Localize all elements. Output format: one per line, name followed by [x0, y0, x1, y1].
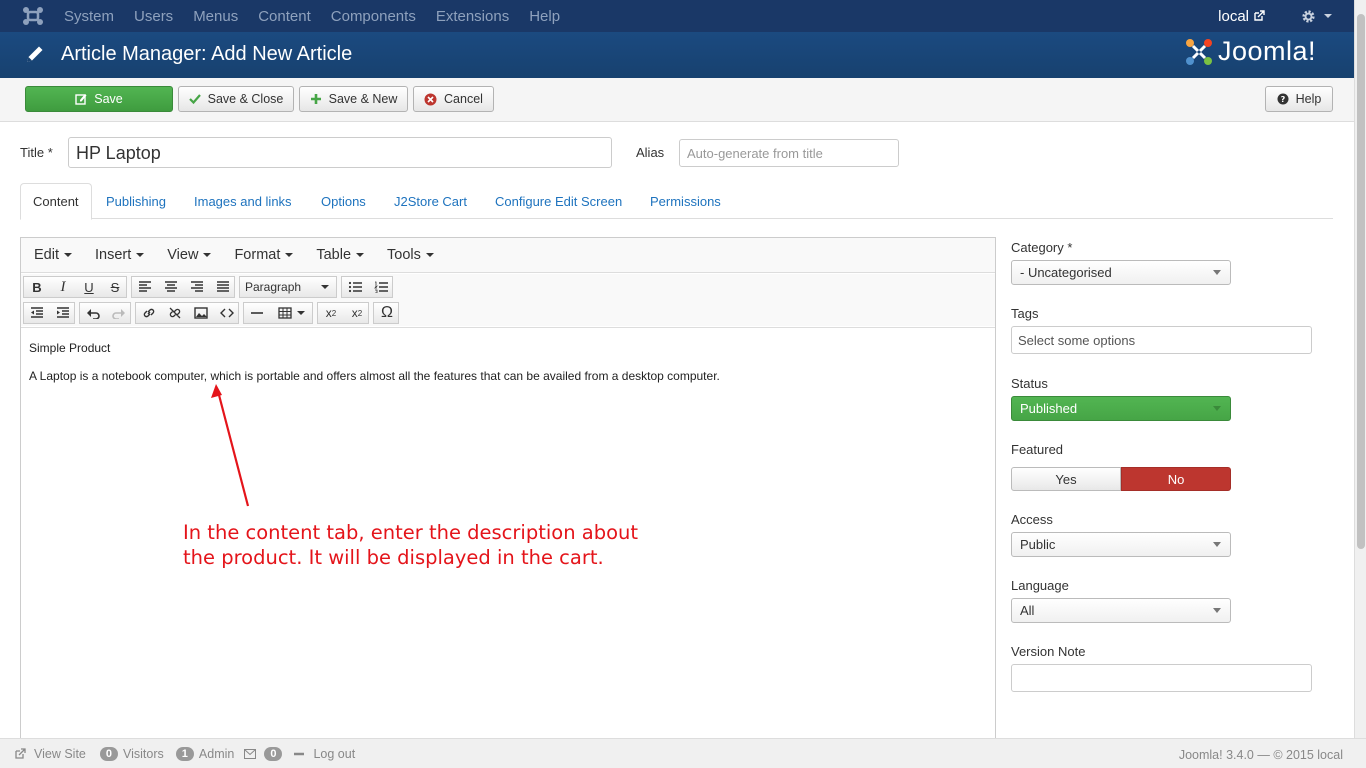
featured-yes-button[interactable]: Yes — [1011, 467, 1121, 491]
version-note-input[interactable] — [1011, 664, 1312, 692]
chevron-down-icon — [1213, 608, 1221, 613]
messages-count-badge: 0 — [264, 746, 283, 761]
admin-indicator: 1 Admin — [175, 746, 235, 761]
annotation-text: In the content tab, enter the descriptio… — [183, 520, 638, 570]
featured-toggle: Yes No — [1011, 467, 1231, 491]
admin-label: Admin — [198, 746, 235, 761]
category-label: Category * — [1011, 240, 1073, 255]
envelope-icon — [244, 748, 257, 759]
tags-input[interactable]: Select some options — [1011, 326, 1312, 354]
access-select[interactable]: Public — [1011, 532, 1231, 557]
status-footer: View Site 0 Visitors 1 Admin 0 Log out J… — [0, 738, 1366, 768]
annotation-arrow — [211, 384, 250, 507]
featured-no-button[interactable]: No — [1121, 467, 1231, 491]
featured-label: Featured — [1011, 442, 1064, 457]
visitors-count-badge: 0 — [99, 746, 119, 761]
admin-count-badge: 1 — [175, 746, 194, 761]
category-value: - Uncategorised — [1020, 265, 1112, 280]
minus-icon — [294, 752, 305, 755]
logout-link[interactable]: Log out — [293, 747, 355, 761]
language-value: All — [1020, 603, 1035, 618]
visitors-label: Visitors — [123, 746, 164, 761]
chevron-down-icon — [1213, 270, 1221, 275]
external-link-icon — [15, 747, 26, 759]
visitors-indicator: 0 Visitors — [99, 746, 164, 761]
access-value: Public — [1020, 537, 1056, 552]
status-value: Published — [1020, 401, 1078, 416]
logout-label: Log out — [313, 746, 356, 761]
annotation-line-1: In the content tab, enter the descriptio… — [183, 521, 639, 544]
category-select[interactable]: - Uncategorised — [1011, 260, 1231, 285]
page-scrollbar[interactable] — [1354, 0, 1366, 738]
view-site-link[interactable]: View Site — [14, 747, 86, 761]
language-label: Language — [1011, 578, 1069, 593]
status-select[interactable]: Published — [1011, 396, 1231, 421]
tags-label: Tags — [1011, 306, 1039, 321]
language-select[interactable]: All — [1011, 598, 1231, 623]
version-note-label: Version Note — [1011, 644, 1086, 659]
scrollbar-thumb[interactable] — [1357, 14, 1365, 549]
messages-indicator[interactable]: 0 — [244, 746, 287, 761]
status-label: Status — [1011, 376, 1048, 391]
access-label: Access — [1011, 512, 1053, 527]
chevron-down-icon — [1213, 406, 1221, 411]
annotation-line-2: the product. It will be displayed in the… — [183, 546, 604, 569]
version-text: Joomla! 3.4.0 — © 2015 local — [1178, 748, 1343, 762]
view-site-label: View Site — [34, 746, 86, 761]
chevron-down-icon — [1213, 542, 1221, 547]
